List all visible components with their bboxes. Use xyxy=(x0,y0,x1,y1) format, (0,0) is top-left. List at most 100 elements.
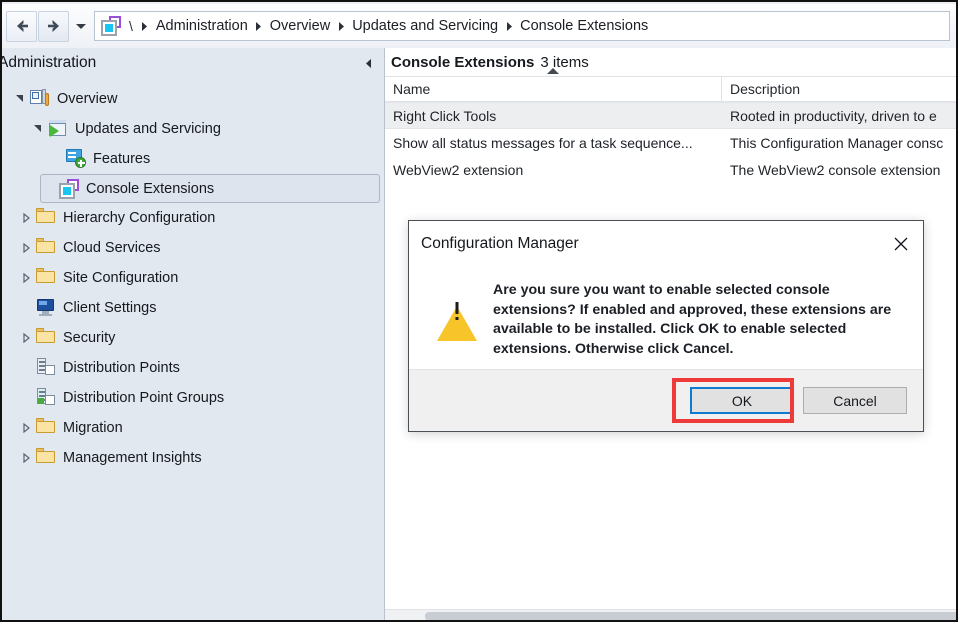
sidebar-item-migration[interactable]: Migration xyxy=(2,413,384,443)
sidebar-item-cloud-services[interactable]: Cloud Services xyxy=(2,233,384,263)
breadcrumb[interactable]: \ Administration Overview Updates and Se… xyxy=(94,11,950,41)
cell-name: Right Click Tools xyxy=(393,107,497,124)
chevron-right-icon xyxy=(251,21,267,32)
chevron-down-icon xyxy=(76,24,86,29)
cell-description: This Configuration Manager consc xyxy=(730,134,944,151)
sidebar-item-label: Overview xyxy=(57,91,118,107)
cell-description: The WebView2 console extension xyxy=(730,161,941,178)
cell-name: WebView2 extension xyxy=(393,161,524,178)
table-row[interactable]: Right Click Tools Rooted in productivity… xyxy=(385,102,956,129)
sidebar-item-overview[interactable]: Overview xyxy=(2,84,384,114)
folder-icon xyxy=(36,448,56,468)
breadcrumb-item-console-extensions[interactable]: Console Extensions xyxy=(517,16,651,36)
sidebar-item-label: Client Settings xyxy=(63,300,157,316)
twisty-expanded-icon[interactable] xyxy=(10,94,30,104)
sidebar-item-label: Site Configuration xyxy=(63,270,179,286)
folder-icon xyxy=(36,238,56,258)
breadcrumb-item-updates-and-servicing[interactable]: Updates and Servicing xyxy=(349,16,501,36)
dialog-body: Are you sure you want to enable selected… xyxy=(409,267,923,369)
dialog-message: Are you sure you want to enable selected… xyxy=(493,282,892,357)
horizontal-scrollbar[interactable] xyxy=(385,609,956,620)
navigation-bar: \ Administration Overview Updates and Se… xyxy=(2,4,956,48)
console-extension-icon xyxy=(101,16,121,36)
column-header-label: Description xyxy=(730,81,801,97)
sidebar-item-console-extensions[interactable]: Console Extensions xyxy=(40,174,380,203)
scrollbar-thumb[interactable] xyxy=(425,612,956,620)
sidebar-item-features[interactable]: Features xyxy=(2,144,384,174)
back-button[interactable] xyxy=(6,10,37,42)
dialog-title-bar: Configuration Manager xyxy=(409,221,923,267)
features-icon xyxy=(66,149,86,169)
forward-button[interactable] xyxy=(38,10,69,42)
sidebar-title: Administration xyxy=(0,54,97,71)
sidebar-item-security[interactable]: Security xyxy=(2,323,384,353)
overview-icon xyxy=(30,89,50,109)
sidebar-item-client-settings[interactable]: Client Settings xyxy=(2,293,384,323)
twisty-collapsed-icon[interactable] xyxy=(16,273,36,283)
cancel-button[interactable]: Cancel xyxy=(803,387,907,414)
folder-icon xyxy=(36,208,56,228)
page-title: Console Extensions xyxy=(391,53,535,71)
navigation-tree: Overview Updates and Servicing Features … xyxy=(2,78,384,473)
breadcrumb-root[interactable]: \ xyxy=(129,18,133,34)
sidebar-item-label: Distribution Point Groups xyxy=(63,390,225,406)
chevron-right-icon xyxy=(137,21,153,32)
twisty-collapsed-icon[interactable] xyxy=(16,453,36,463)
sidebar-header: Administration xyxy=(2,48,384,78)
distribution-point-icon xyxy=(36,358,56,378)
monitor-icon xyxy=(36,298,56,318)
warning-triangle-icon xyxy=(437,289,477,341)
sidebar: Administration Overview Updates and Serv… xyxy=(2,48,385,620)
column-header-description[interactable]: Description xyxy=(722,77,956,101)
list-header: Console Extensions 3 items xyxy=(385,48,956,76)
twisty-collapsed-icon[interactable] xyxy=(16,423,36,433)
history-dropdown-button[interactable] xyxy=(72,12,90,40)
console-extension-icon xyxy=(59,178,79,199)
sidebar-item-label: Management Insights xyxy=(63,450,202,466)
app-window: \ Administration Overview Updates and Se… xyxy=(0,0,958,622)
sidebar-item-distribution-points[interactable]: Distribution Points xyxy=(2,353,384,383)
sidebar-item-label: Hierarchy Configuration xyxy=(63,210,216,226)
breadcrumb-item-overview[interactable]: Overview xyxy=(267,16,333,36)
table-row[interactable]: WebView2 extension The WebView2 console … xyxy=(385,156,956,183)
chevron-right-icon xyxy=(333,21,349,32)
chevron-left-icon[interactable] xyxy=(360,54,376,72)
updates-servicing-icon xyxy=(48,119,68,139)
twisty-collapsed-icon[interactable] xyxy=(16,213,36,223)
cell-name: Show all status messages for a task sequ… xyxy=(393,134,693,151)
sidebar-item-label: Security xyxy=(63,330,116,346)
distribution-point-group-icon xyxy=(36,388,56,408)
twisty-expanded-icon[interactable] xyxy=(28,124,48,134)
sidebar-item-label: Updates and Servicing xyxy=(75,121,221,137)
twisty-collapsed-icon[interactable] xyxy=(16,333,36,343)
sort-ascending-icon xyxy=(547,68,559,74)
table-row[interactable]: Show all status messages for a task sequ… xyxy=(385,129,956,156)
column-header-name[interactable]: Name xyxy=(385,68,722,101)
folder-icon xyxy=(36,268,56,288)
sidebar-item-label: Console Extensions xyxy=(86,180,215,197)
sidebar-item-label: Migration xyxy=(63,420,123,436)
ok-button[interactable]: OK xyxy=(690,387,794,414)
breadcrumb-item-administration[interactable]: Administration xyxy=(153,16,251,36)
folder-icon xyxy=(36,418,56,438)
column-header-label: Name xyxy=(393,81,431,97)
sidebar-item-management-insights[interactable]: Management Insights xyxy=(2,443,384,473)
folder-icon xyxy=(36,328,56,348)
sidebar-item-label: Features xyxy=(93,151,151,167)
ok-button-wrapper: OK xyxy=(672,378,794,423)
configuration-manager-dialog: Configuration Manager Are you sure you w… xyxy=(408,220,924,432)
arrow-right-icon xyxy=(47,20,59,32)
close-icon[interactable] xyxy=(879,222,923,266)
sidebar-item-distribution-point-groups[interactable]: Distribution Point Groups xyxy=(2,383,384,413)
nav-arrow-group xyxy=(2,10,94,42)
twisty-collapsed-icon[interactable] xyxy=(16,243,36,253)
sidebar-item-updates-and-servicing[interactable]: Updates and Servicing xyxy=(2,114,384,144)
sidebar-item-hierarchy-configuration[interactable]: Hierarchy Configuration xyxy=(2,203,384,233)
column-header-row: Name Description xyxy=(385,68,956,102)
chevron-right-icon xyxy=(501,21,517,32)
sidebar-item-site-configuration[interactable]: Site Configuration xyxy=(2,263,384,293)
sidebar-item-label: Distribution Points xyxy=(63,360,180,376)
sidebar-item-label: Cloud Services xyxy=(63,240,161,256)
arrow-left-icon xyxy=(16,20,28,32)
cell-description: Rooted in productivity, driven to e xyxy=(730,107,937,124)
